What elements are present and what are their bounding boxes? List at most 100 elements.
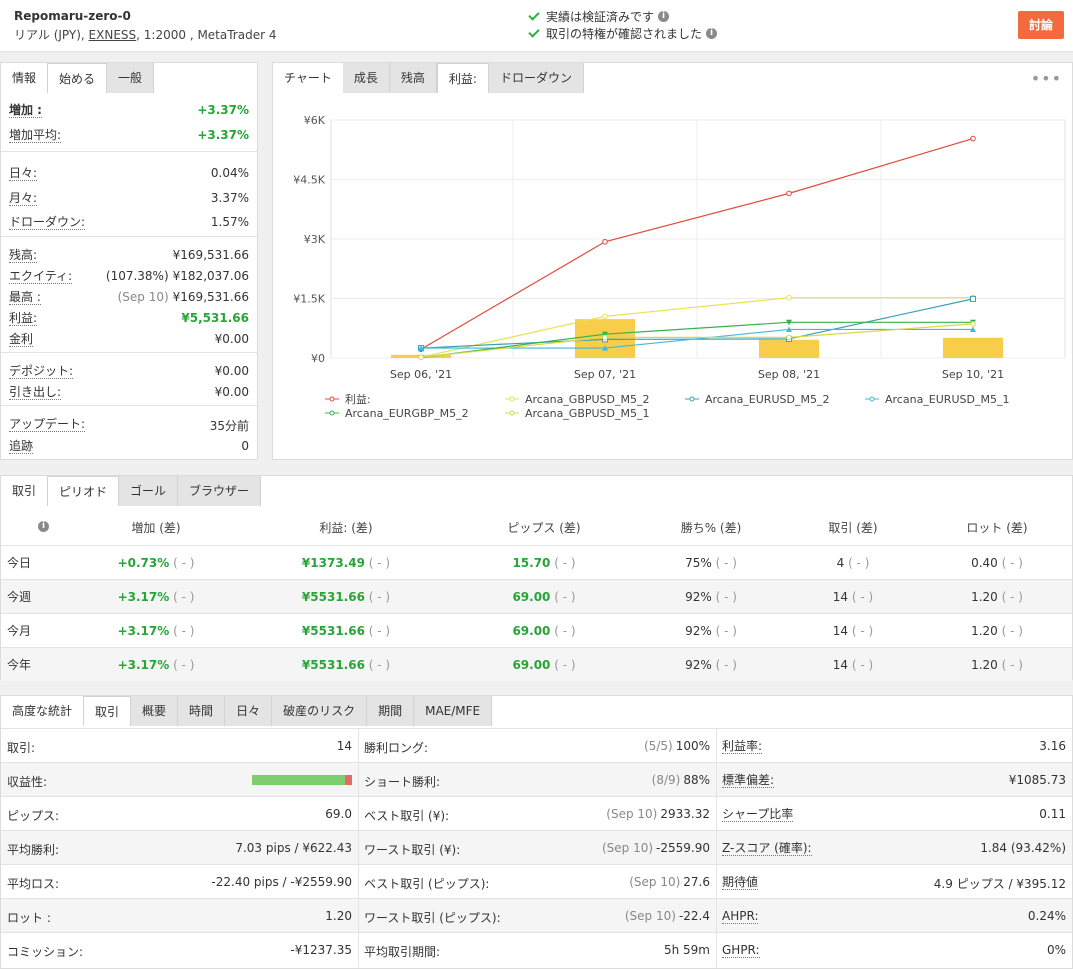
info-value-text: ¥182,037.06 [172, 269, 249, 283]
stat-value: (Sep 10) 2933.32 [606, 807, 710, 821]
period-tab-1[interactable]: 取引 [1, 476, 47, 506]
info-value: 1.57% [211, 215, 249, 229]
stats-tab-7[interactable]: 期間 [367, 696, 415, 726]
y-tick-label: ¥1.5K [293, 293, 325, 306]
cell-value: 0.40 [971, 556, 998, 570]
legend-marker [329, 410, 335, 416]
info-value: 3.37% [211, 191, 249, 205]
discuss-button[interactable]: 討論 [1018, 11, 1064, 39]
chart-tab-4[interactable]: 利益: [436, 63, 489, 93]
check-icon [528, 9, 540, 21]
stat-value: (Sep 10) 27.6 [629, 875, 710, 889]
stat-value: 0.24% [1028, 909, 1066, 923]
cell-diff: ( - ) [550, 658, 576, 672]
stat-label: ショート勝利: [364, 775, 441, 789]
legend-label: Arcana_GBPUSD_M5_1 [525, 407, 650, 420]
stats-tab-6[interactable]: 破産のリスク [272, 696, 368, 726]
stat-value-text: -22.40 pips / -¥2559.90 [211, 875, 352, 889]
table-row: 今年 +3.17% ( - ) ¥5531.66 ( - ) 69.00 ( - ) 9… [1, 647, 1072, 681]
stat-value-text: 14 [336, 739, 352, 753]
stats-tab-1[interactable]: 高度な統計 [1, 696, 83, 726]
cell-value: 15.70 [512, 556, 551, 570]
stat-value: 1.84 (93.42%) [980, 841, 1066, 855]
stat-value: 0% [1047, 943, 1066, 957]
chart-tab-3[interactable]: 残高 [389, 63, 437, 93]
account-type: リアル (JPY), [14, 28, 85, 42]
info-icon[interactable]: i [658, 11, 670, 22]
cell-value: ¥5531.66 [301, 590, 365, 604]
column-header: ロット (差) [966, 521, 1028, 535]
stats-cell: 期待値 4.9 ピップス / ¥395.12 [716, 865, 1072, 899]
period-tab-2[interactable]: ピリオド [47, 476, 120, 506]
stat-label: ワースト取引 (¥): [364, 843, 461, 857]
stats-cell: ベスト取引 (¥): (Sep 10) 2933.32 [358, 797, 716, 831]
info-value-text: 0.04% [210, 166, 249, 180]
series-point [786, 294, 792, 301]
verified-text-2: 取引の特権が確認されました [546, 27, 703, 41]
stats-tab-8[interactable]: MAE/MFE [414, 696, 493, 726]
cell-diff: ( - ) [711, 624, 737, 638]
info-label: 最高 : [9, 290, 41, 305]
info-icon[interactable]: i [706, 28, 718, 39]
stat-label: ベスト取引 (ピップス): [364, 877, 490, 891]
cell-diff: ( - ) [711, 658, 737, 672]
info-label: 金利 [9, 332, 34, 347]
info-value-text: 1.57% [210, 215, 249, 229]
more-icon[interactable]: ••• [1031, 69, 1062, 88]
cell-value: 69.00 [512, 658, 551, 672]
stats-tab-3[interactable]: 概要 [131, 696, 179, 726]
x-tick-label: Sep 10, '21 [942, 368, 1004, 381]
cell-value: +3.17% [117, 624, 170, 638]
broker-link[interactable]: EXNESS [89, 28, 137, 42]
info-tab-3[interactable]: 一般 [107, 63, 155, 93]
info-row: 利益: ¥5,531.66 [1, 309, 257, 329]
info-label: デポジット: [9, 364, 74, 379]
stats-cell: Z-スコア (確率): 1.84 (93.42%) [716, 831, 1072, 865]
profit-chart: ¥0 ¥1.5K ¥3K ¥4.5K ¥6K Sep 06, '21 Sep 07, '21… [293, 114, 1066, 420]
stats-row: ロット : 1.20 ワースト取引 (ピップス): (Sep 10) -22.4 AHPR… [1, 898, 1072, 933]
chart-tab-1[interactable]: チャート [273, 63, 343, 93]
legend-label: Arcana_EURUSD_M5_1 [885, 393, 1009, 406]
stats-cell: GHPR: 0% [716, 933, 1072, 967]
stats-tab-4[interactable]: 時間 [178, 696, 226, 726]
info-row: エクイティ: (107.38%) ¥182,037.06 [1, 267, 257, 287]
stat-label: シャープ比率 [722, 807, 794, 822]
account-details: , 1:2000 , MetaTrader 4 [136, 28, 277, 42]
stats-tab-5[interactable]: 日々 [225, 696, 273, 726]
info-tab-2[interactable]: 始める [47, 63, 108, 93]
cell-diff: ( - ) [169, 624, 195, 638]
period-pips: 15.70 ( - ) [512, 546, 575, 580]
stat-value: 3.16 [1039, 739, 1066, 753]
info-tab-1[interactable]: 情報 [1, 63, 47, 93]
stat-value-text: -22.4 [678, 909, 710, 923]
cell-value: 92% [685, 624, 712, 638]
chart-tab-2[interactable]: 成長 [342, 63, 390, 93]
cell-value: 92% [685, 658, 712, 672]
column-divider [358, 899, 359, 933]
stat-value: 14 [337, 739, 352, 753]
stats-cell: ロット : 1.20 [1, 899, 358, 933]
stats-cell: 利益率: 3.16 [716, 729, 1072, 763]
column-header: ピップス (差) [507, 521, 581, 535]
period-tab-4[interactable]: ブラウザー [178, 476, 262, 506]
chart-tab-5[interactable]: ドローダウン [488, 63, 584, 93]
stat-value: 5h 59m [664, 943, 710, 957]
stats-cell: コミッション: -¥1237.35 [1, 933, 358, 967]
account-name: Repomaru-zero-0 [14, 9, 131, 23]
info-value: ¥0.00 [215, 364, 249, 378]
period-gain: +3.17% ( - ) [118, 580, 195, 614]
period-tab-3[interactable]: ゴール [119, 476, 179, 506]
period-panel: 取引 ピリオド ゴール ブラウザー i 増加 (差) 利益: (差) ピップス (差) 勝ち%… [0, 475, 1073, 681]
stat-label: ロット : [7, 911, 51, 925]
info-label: 月々: [9, 191, 38, 206]
info-icon[interactable]: i [38, 521, 49, 532]
info-value-note: (107.38%) [105, 269, 169, 283]
stats-tab-2[interactable]: 取引 [83, 696, 132, 726]
cell-diff: ( - ) [550, 556, 576, 570]
verified-text-1: 実績は検証済みです [546, 10, 655, 24]
series-point [602, 334, 608, 341]
stat-label: AHPR: [722, 909, 759, 924]
table-row: 今日 +0.73% ( - ) ¥1373.49 ( - ) 15.70 ( - ) 7… [1, 545, 1072, 579]
stat-label: ワースト取引 (ピップス): [364, 911, 501, 925]
stats-cell: 標準偏差: ¥1085.73 [716, 763, 1072, 797]
